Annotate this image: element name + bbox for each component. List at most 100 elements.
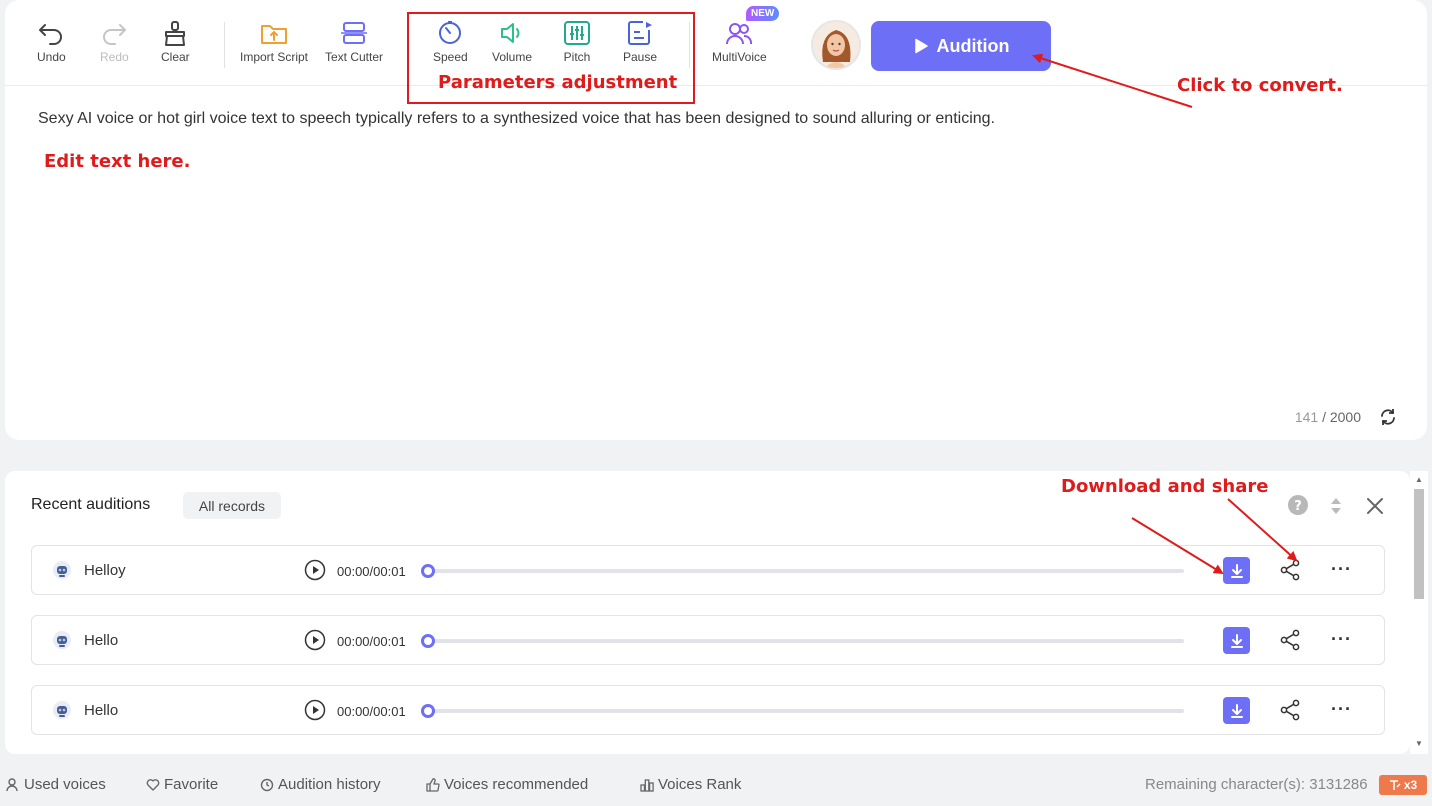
- undo-button[interactable]: Undo: [37, 20, 66, 64]
- download-share-annotation: Download and share: [1061, 476, 1269, 497]
- progress-knob[interactable]: [421, 564, 435, 578]
- help-button[interactable]: ?: [1288, 495, 1308, 520]
- share-icon: [1280, 699, 1300, 721]
- multivoice-icon: [726, 23, 753, 45]
- play-circle-icon: [304, 629, 326, 651]
- audition-row: Hello 00:00/00:01 ···: [31, 685, 1385, 735]
- more-icon: ···: [1331, 699, 1352, 719]
- play-circle-icon: [304, 699, 326, 721]
- play-button[interactable]: [304, 699, 326, 726]
- used-voices-label: Used voices: [24, 776, 106, 793]
- progress-track[interactable]: [422, 569, 1184, 573]
- voices-rank-label: Voices Rank: [658, 776, 742, 793]
- more-icon: ···: [1331, 629, 1352, 649]
- clear-button[interactable]: Clear: [161, 20, 190, 64]
- new-badge: NEW: [746, 6, 780, 21]
- multiplier-badge[interactable]: x3: [1379, 775, 1427, 795]
- more-options-button[interactable]: ···: [1331, 699, 1352, 720]
- audition-name: Hello: [84, 702, 119, 719]
- remaining-characters: Remaining character(s): 3131286: [1145, 776, 1368, 793]
- audition-row: Hello 00:00/00:01 ···: [31, 615, 1385, 665]
- scroll-thumb[interactable]: [1414, 489, 1424, 599]
- progress-knob[interactable]: [421, 634, 435, 648]
- help-icon: ?: [1288, 495, 1308, 515]
- share-button[interactable]: [1278, 698, 1302, 727]
- robot-voice-icon: [52, 560, 72, 585]
- parameters-annotation: Parameters adjustment: [438, 72, 678, 93]
- download-icon: [1230, 563, 1243, 578]
- character-counter: 141 / 2000: [1295, 409, 1361, 425]
- recent-auditions-panel: Recent auditions All records Download an…: [5, 471, 1410, 754]
- favorite-label: Favorite: [164, 776, 219, 793]
- audition-row: Helloy 00:00/00:01 ···: [31, 545, 1385, 595]
- progress-track[interactable]: [422, 639, 1184, 643]
- multivoice-label: MultiVoice: [712, 50, 767, 64]
- favorite-link[interactable]: Favorite: [146, 776, 218, 793]
- thumbs-up-icon: [426, 777, 440, 792]
- audition-time: 00:00/00:01: [337, 564, 406, 579]
- play-icon: [914, 38, 928, 54]
- scroll-up-icon[interactable]: ▲: [1415, 475, 1423, 484]
- heart-icon: [146, 778, 160, 791]
- rank-bars-icon: [640, 778, 654, 792]
- voices-rank-link[interactable]: Voices Rank: [640, 776, 741, 793]
- avatar-portrait-icon: [813, 22, 859, 68]
- svg-text:?: ?: [1294, 499, 1302, 514]
- character-count: 141: [1294, 409, 1319, 425]
- audition-label: Audition: [936, 35, 1010, 56]
- clear-label: Clear: [161, 50, 190, 64]
- text-cutter-label: Text Cutter: [325, 50, 384, 64]
- audition-button[interactable]: Audition: [871, 21, 1051, 71]
- audition-history-label: Audition history: [278, 776, 381, 793]
- undo-icon: [39, 24, 63, 45]
- share-button[interactable]: [1278, 628, 1302, 657]
- import-script-label: Import Script: [240, 50, 309, 64]
- play-button[interactable]: [304, 559, 326, 586]
- progress-knob[interactable]: [421, 704, 435, 718]
- share-button[interactable]: [1278, 558, 1302, 587]
- redo-icon: [103, 24, 127, 45]
- download-button[interactable]: [1223, 557, 1250, 584]
- scroll-down-icon[interactable]: ▼: [1415, 739, 1423, 748]
- text-cutter-icon: [341, 22, 368, 44]
- broom-icon: [165, 21, 186, 46]
- refresh-button[interactable]: [1379, 408, 1397, 431]
- download-button[interactable]: [1223, 697, 1250, 724]
- robot-voice-icon: [52, 700, 72, 725]
- editor-card: Undo Redo Clear Import Script Text Cutte…: [5, 0, 1427, 440]
- expand-collapse-button[interactable]: [1329, 496, 1343, 521]
- redo-label: Redo: [100, 50, 129, 64]
- play-circle-icon: [304, 559, 326, 581]
- multivoice-button[interactable]: MultiVoice: [712, 20, 767, 64]
- more-options-button[interactable]: ···: [1331, 629, 1352, 650]
- user-icon: [6, 777, 18, 791]
- clock-icon: [260, 778, 274, 791]
- redo-button[interactable]: Redo: [100, 20, 129, 64]
- voices-recommended-label: Voices recommended: [444, 776, 589, 793]
- more-options-button[interactable]: ···: [1331, 559, 1352, 580]
- close-panel-button[interactable]: [1366, 497, 1384, 520]
- voices-recommended-link[interactable]: Voices recommended: [426, 776, 588, 793]
- all-records-button[interactable]: All records: [183, 492, 281, 519]
- folder-import-icon: [261, 25, 287, 44]
- close-icon: [1367, 498, 1383, 514]
- records-scrollbar[interactable]: ▲ ▼: [1410, 471, 1428, 754]
- sort-arrows-icon: [1331, 498, 1341, 514]
- audition-history-link[interactable]: Audition history: [260, 776, 381, 793]
- audition-time: 00:00/00:01: [337, 704, 406, 719]
- toolbar: Undo Redo Clear Import Script Text Cutte…: [5, 0, 1427, 86]
- toolbar-divider: [224, 22, 225, 68]
- audition-name: Hello: [84, 632, 119, 649]
- editor-text[interactable]: Sexy AI voice or hot girl voice text to …: [38, 110, 995, 128]
- progress-track[interactable]: [422, 709, 1184, 713]
- download-icon: [1230, 633, 1243, 648]
- text-cutter-button[interactable]: Text Cutter: [325, 20, 383, 64]
- share-icon: [1280, 629, 1300, 651]
- import-script-button[interactable]: Import Script: [240, 20, 308, 64]
- refresh-icon: [1381, 409, 1395, 425]
- download-button[interactable]: [1223, 627, 1250, 654]
- convert-annotation: Click to convert.: [1177, 75, 1343, 96]
- voice-avatar[interactable]: [811, 20, 861, 70]
- used-voices-link[interactable]: Used voices: [6, 776, 106, 793]
- play-button[interactable]: [304, 629, 326, 656]
